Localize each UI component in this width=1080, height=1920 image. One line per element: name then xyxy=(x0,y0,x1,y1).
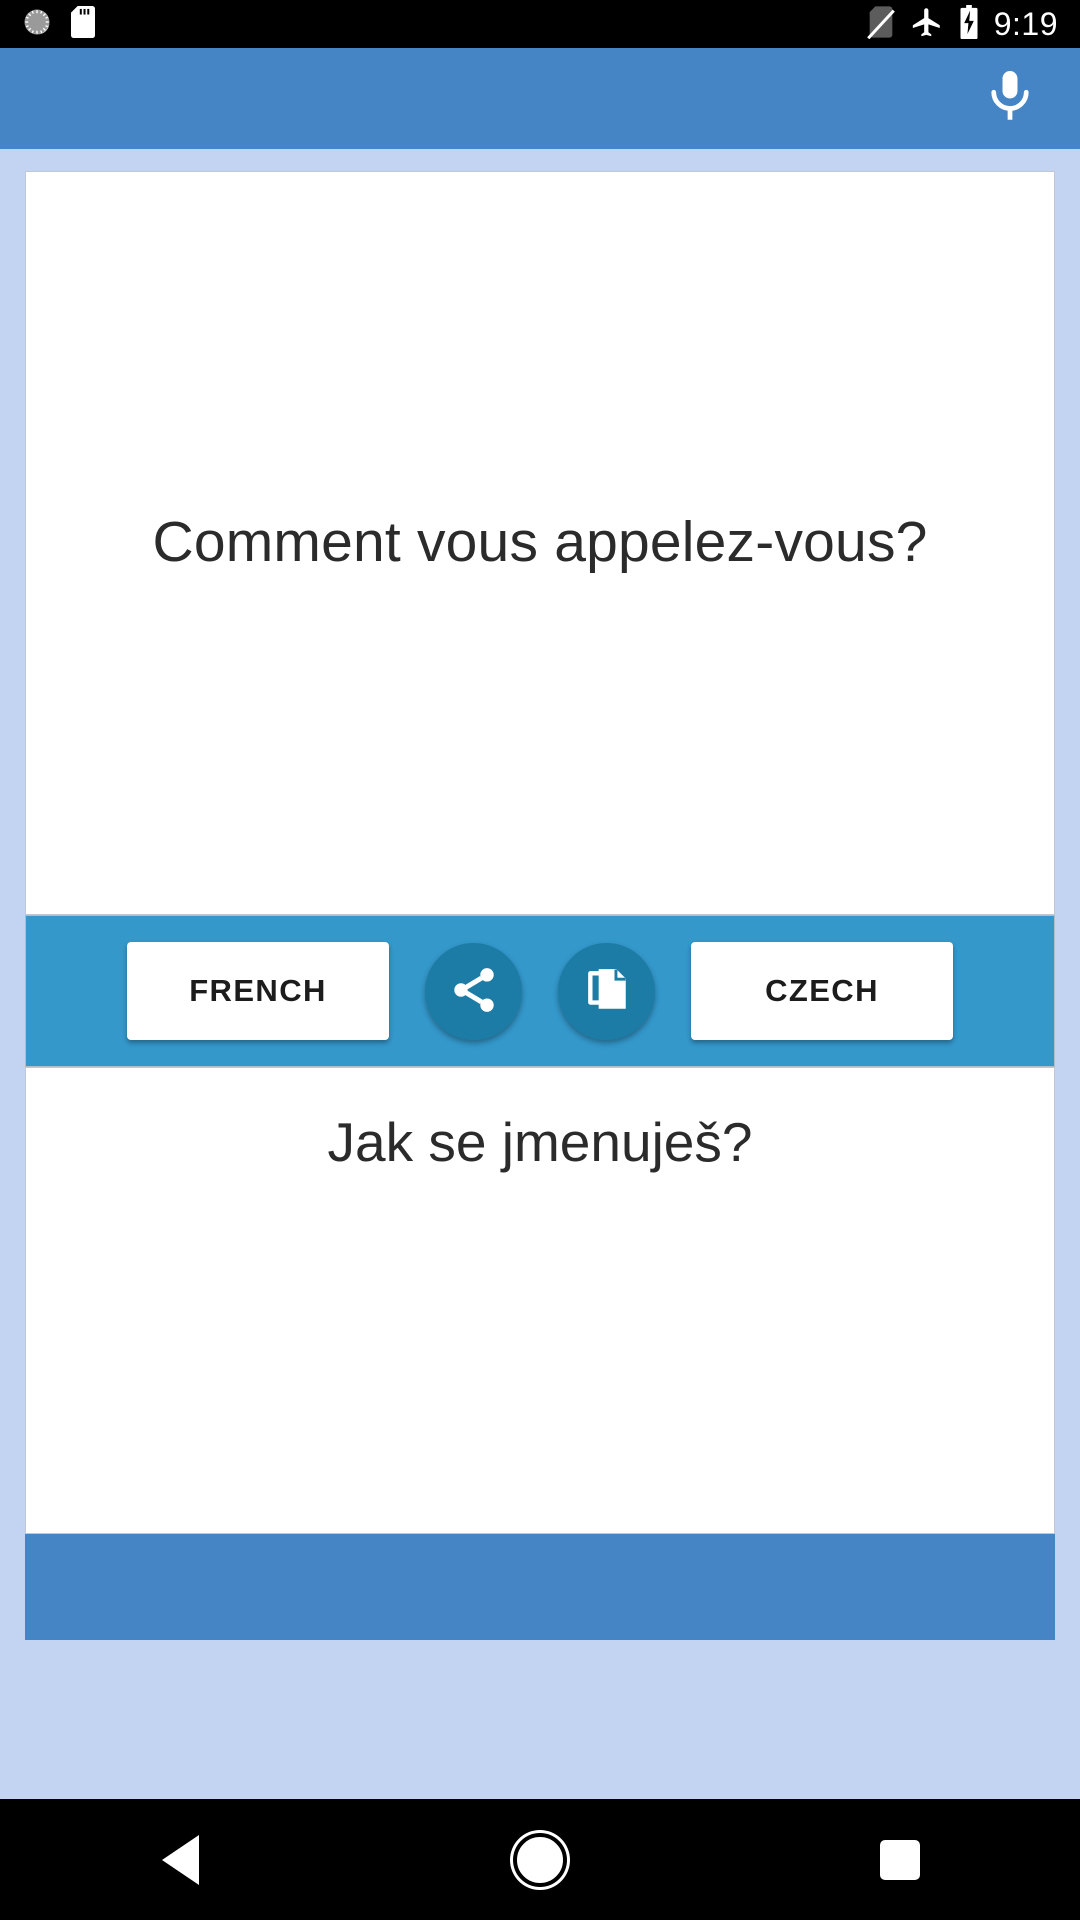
share-icon xyxy=(448,964,500,1019)
phone-screen: 9:19 Comment vous appelez-vous? FRENCH C… xyxy=(0,0,1080,1920)
sd-card-icon xyxy=(70,5,96,43)
app-bar xyxy=(0,48,1080,149)
nav-home-button[interactable] xyxy=(470,1799,610,1920)
source-text-panel[interactable]: Comment vous appelez-vous? xyxy=(25,171,1055,915)
microphone-icon xyxy=(980,66,1040,131)
home-icon xyxy=(517,1836,563,1883)
target-text: Jak se jmenuješ? xyxy=(327,1111,753,1173)
alarm-icon xyxy=(22,7,52,42)
recents-icon xyxy=(880,1839,920,1880)
status-bar-right-icons: 9:19 xyxy=(866,4,1058,44)
microphone-button[interactable] xyxy=(974,63,1046,135)
page-body: Comment vous appelez-vous? FRENCH CZECH … xyxy=(0,149,1080,1799)
airplane-mode-icon xyxy=(910,5,944,44)
back-icon xyxy=(161,1834,199,1885)
copy-icon xyxy=(582,965,632,1018)
copy-button[interactable] xyxy=(558,942,655,1040)
nav-back-button[interactable] xyxy=(110,1799,250,1920)
footer-banner[interactable] xyxy=(25,1534,1055,1640)
share-button[interactable] xyxy=(425,942,522,1040)
battery-charging-icon xyxy=(958,4,980,44)
status-bar-clock: 9:19 xyxy=(993,6,1058,42)
language-toolbar: FRENCH CZECH xyxy=(25,915,1055,1067)
source-language-button[interactable]: FRENCH xyxy=(127,942,389,1040)
target-text-panel[interactable]: Jak se jmenuješ? xyxy=(25,1067,1055,1534)
android-navigation-bar xyxy=(0,1799,1080,1920)
no-sim-icon xyxy=(866,5,896,44)
source-text: Comment vous appelez-vous? xyxy=(152,510,928,575)
status-bar-left-icons xyxy=(22,5,96,43)
status-bar: 9:19 xyxy=(0,0,1080,48)
target-language-button[interactable]: CZECH xyxy=(691,942,953,1040)
nav-recents-button[interactable] xyxy=(830,1799,970,1920)
